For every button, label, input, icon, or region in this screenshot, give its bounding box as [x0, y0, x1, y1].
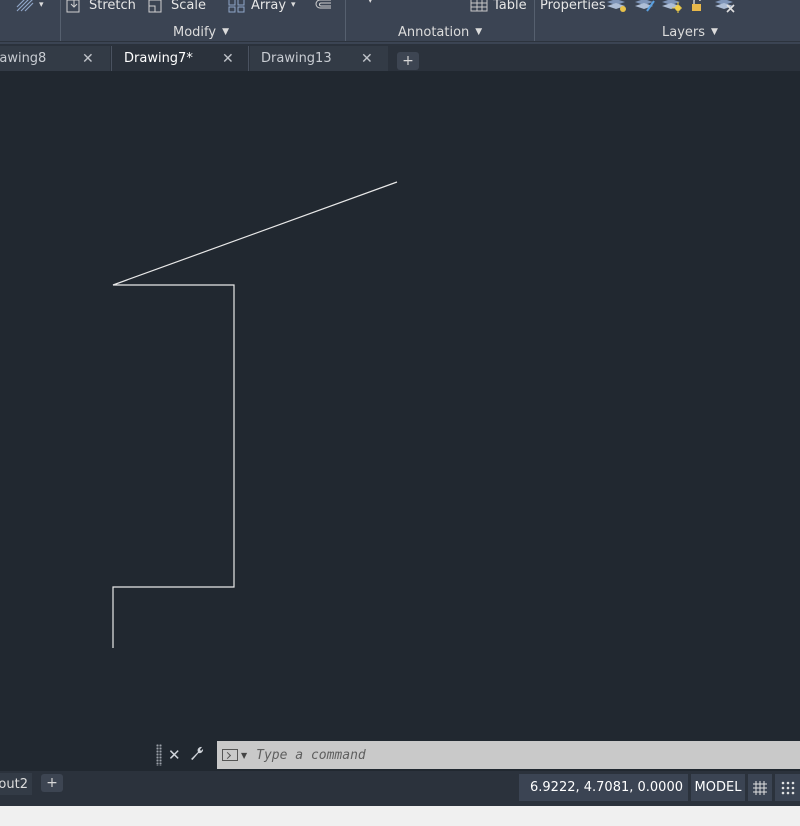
array-label: Array — [251, 0, 287, 13]
tab-label: Drawing8 — [0, 51, 47, 66]
command-prompt-icon[interactable] — [222, 749, 238, 761]
scale-button[interactable]: Scale — [148, 0, 206, 14]
divider — [60, 0, 61, 42]
tab-drawing13[interactable]: Drawing13 ✕ — [250, 46, 388, 71]
chevron-down-icon: ▼ — [475, 27, 483, 37]
tab-drawing8[interactable]: Drawing8 ✕ — [0, 46, 110, 71]
layer-delete-icon[interactable] — [714, 0, 736, 14]
table-label: Table — [493, 0, 527, 13]
close-icon[interactable]: ✕ — [361, 51, 373, 67]
layer-lock-icon[interactable] — [689, 0, 705, 14]
new-layout-button[interactable]: + — [41, 774, 63, 792]
window-bottom-strip — [0, 806, 800, 826]
chevron-down-icon[interactable]: ▾ — [291, 0, 296, 10]
chevron-down-icon: ▼ — [222, 27, 229, 37]
close-icon[interactable]: ✕ — [222, 51, 234, 67]
stretch-label: Stretch — [89, 0, 136, 13]
status-bar: Layout2 + 6.9222, 4.7081, 0.0000 MODEL — [0, 771, 800, 806]
stretch-icon — [66, 0, 80, 13]
table-icon — [470, 0, 488, 12]
close-icon[interactable]: ✕ — [82, 51, 94, 67]
drawing-geometry — [112, 181, 398, 648]
wrench-icon[interactable] — [189, 745, 205, 765]
annotation-panel-label: Annotation — [398, 24, 470, 40]
command-input[interactable] — [254, 746, 739, 764]
layers-panel-label: Layers — [662, 24, 706, 40]
array-icon — [228, 0, 245, 13]
chevron-down-icon[interactable]: ▾ — [368, 0, 373, 10]
scale-icon — [148, 0, 162, 13]
coordinates-readout[interactable]: 6.9222, 4.7081, 0.0000 — [519, 774, 688, 801]
tab-label: Drawing7* — [124, 51, 193, 66]
command-input-box[interactable]: ▼ — [217, 741, 800, 769]
chevron-down-icon[interactable]: ▼ — [241, 751, 247, 760]
grid-icon[interactable] — [748, 774, 772, 801]
divider — [0, 41, 800, 42]
annotation-panel-title[interactable]: Annotation ▼ — [398, 22, 482, 42]
snap-icon[interactable] — [775, 774, 800, 801]
layer-state-icon[interactable] — [606, 0, 628, 14]
tab-label: Layout2 — [0, 776, 28, 792]
layers-panel-title[interactable]: Layers ▼ — [662, 22, 718, 42]
hatch-icon[interactable]: ▾ — [16, 0, 44, 14]
table-button[interactable]: Table — [470, 0, 527, 14]
drawing-canvas[interactable] — [0, 71, 800, 771]
layer-freeze-icon[interactable] — [661, 0, 683, 14]
properties-label: Properties — [540, 0, 606, 13]
modify-panel-label: Modify — [173, 24, 217, 40]
divider — [345, 0, 346, 42]
array-button[interactable]: Array ▾ — [228, 0, 296, 14]
ribbon: ▾ Stretch Scale Array ▾ Modify ▼ ▾ Table… — [0, 0, 800, 44]
close-icon[interactable]: ✕ — [168, 746, 181, 764]
model-space-button[interactable]: MODEL — [691, 774, 745, 801]
command-line: ✕ ▼ — [154, 740, 800, 770]
tab-label: Drawing13 — [261, 51, 332, 66]
new-tab-button[interactable]: + — [397, 52, 419, 70]
tab-layout2[interactable]: Layout2 — [0, 773, 32, 795]
layer-match-icon[interactable] — [634, 0, 656, 14]
tab-drawing7[interactable]: Drawing7* ✕ — [111, 46, 249, 71]
stretch-button[interactable]: Stretch — [66, 0, 136, 14]
layer-properties-button[interactable]: Properties — [540, 0, 606, 14]
file-tabs: Drawing8 ✕ Drawing7* ✕ Drawing13 ✕ + — [0, 44, 800, 71]
drag-handle[interactable] — [156, 744, 162, 766]
offset-icon[interactable] — [314, 0, 332, 14]
modify-panel-title[interactable]: Modify ▼ — [173, 22, 229, 42]
chevron-down-icon[interactable]: ▾ — [39, 0, 44, 10]
scale-label: Scale — [171, 0, 206, 13]
chevron-down-icon: ▼ — [711, 27, 718, 37]
drawn-polyline[interactable] — [112, 181, 398, 648]
divider — [534, 0, 535, 42]
